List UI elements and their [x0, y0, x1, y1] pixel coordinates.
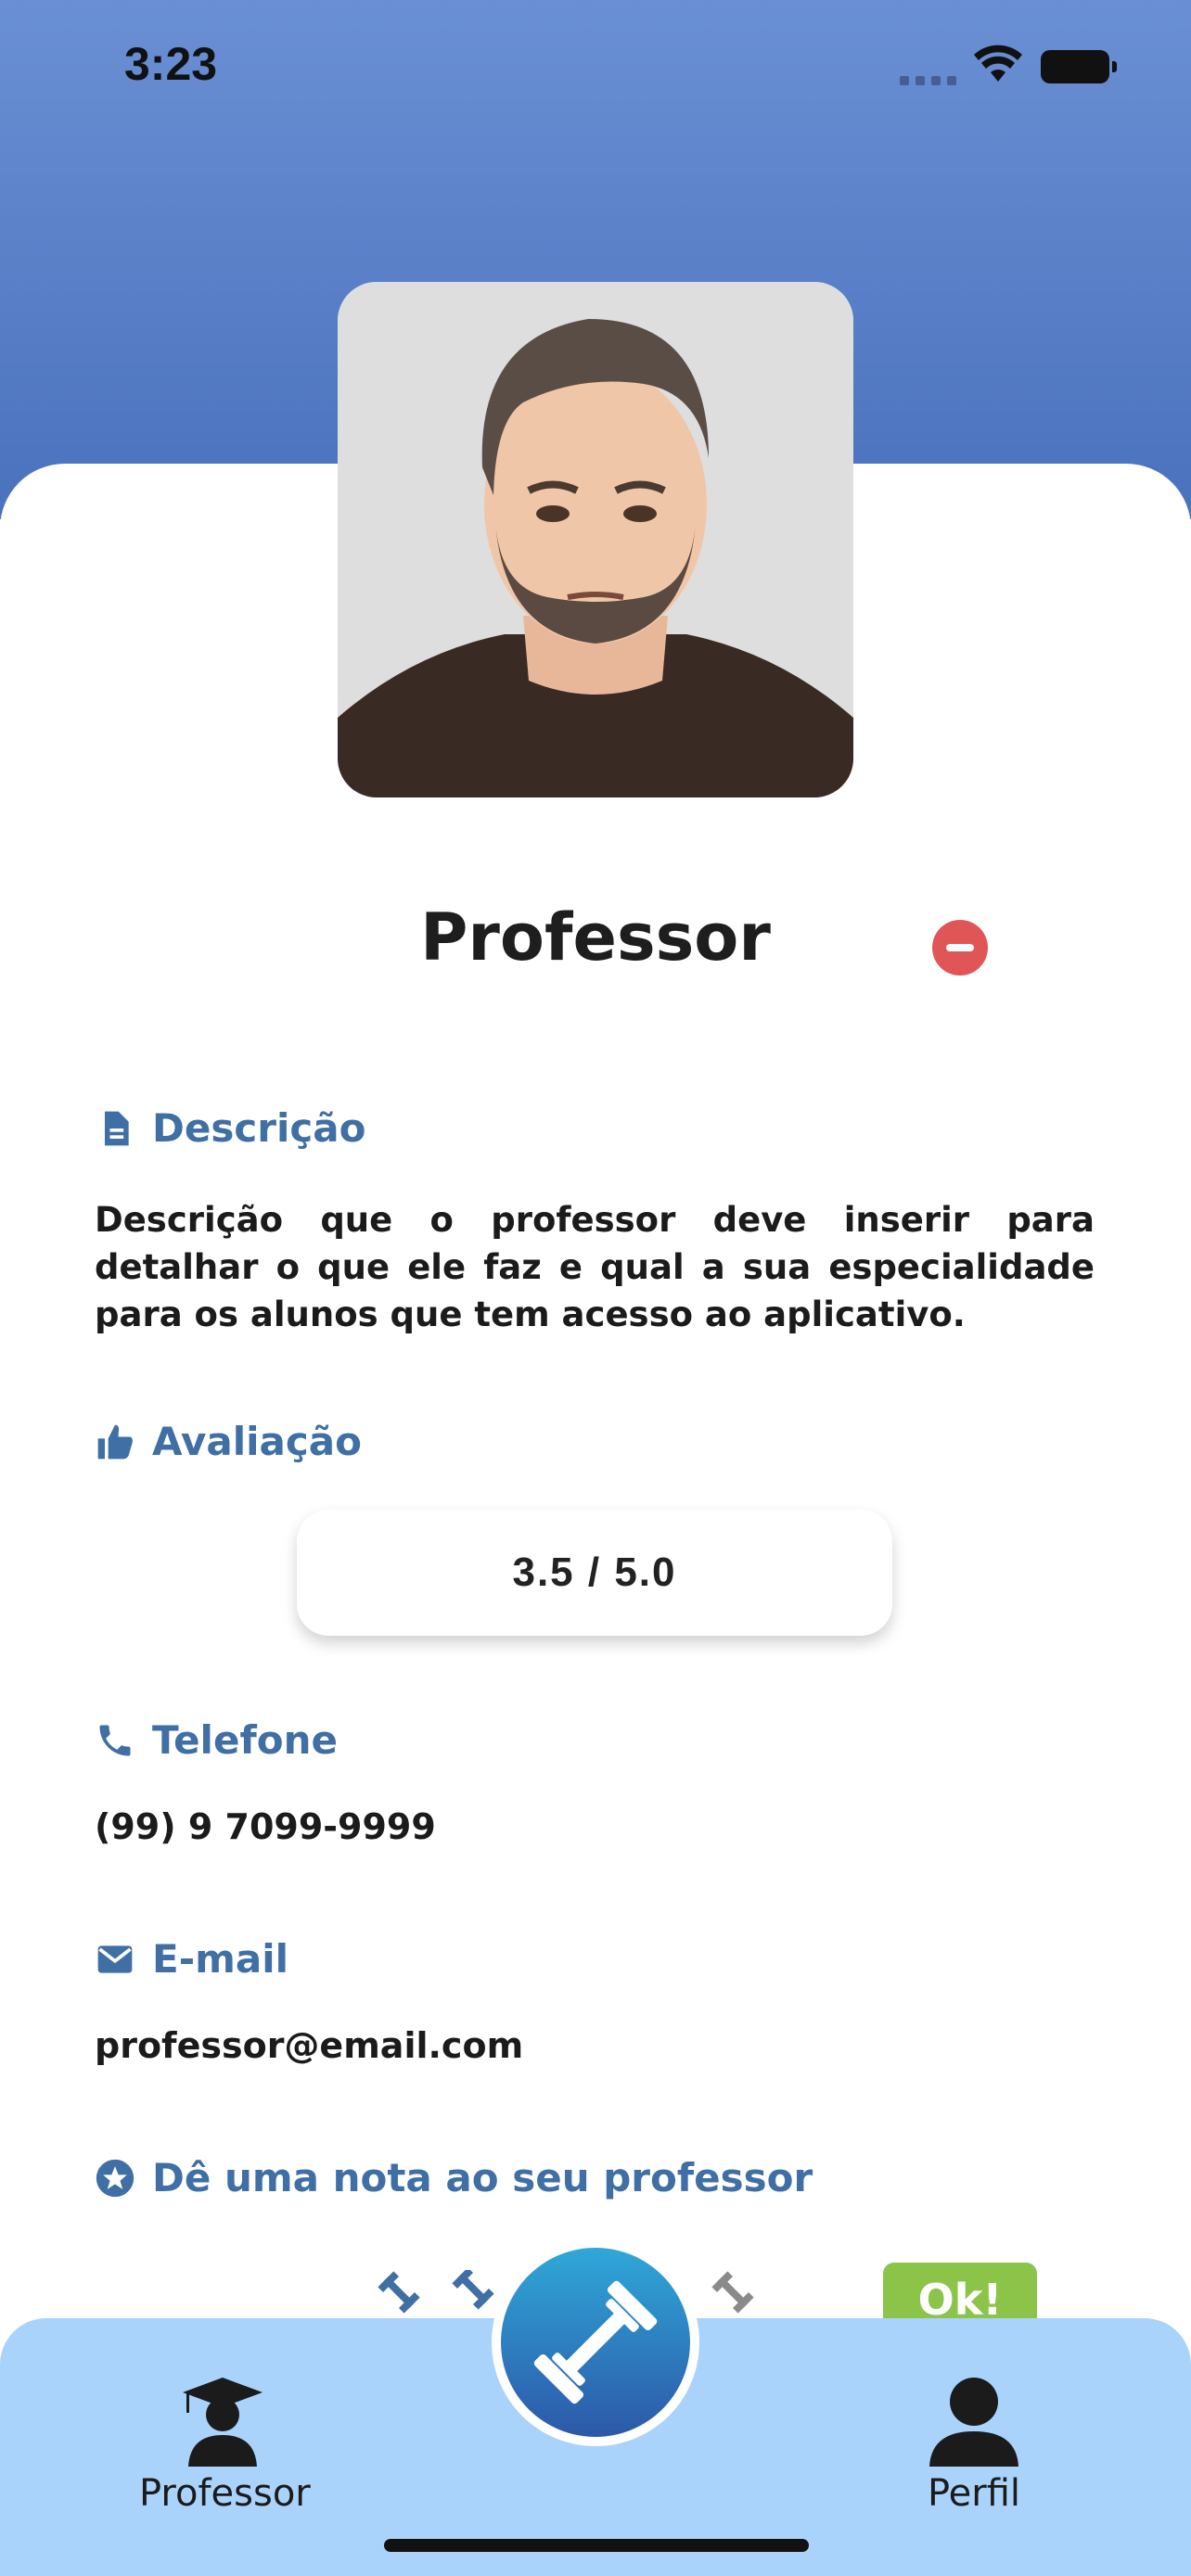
rating-title: Avaliação: [152, 1419, 362, 1464]
user-icon: [929, 2378, 1018, 2467]
signal-icon: [900, 76, 957, 85]
dumbbell-rate-5-icon: [711, 2271, 754, 2314]
description-heading: Descrição: [95, 1105, 365, 1151]
star-circle-icon: [96, 2159, 134, 2197]
phone-title: Telefone: [152, 1717, 338, 1763]
professor-avatar: [338, 282, 853, 797]
wifi-icon: [974, 45, 1022, 82]
status-time: 3:23: [124, 38, 218, 90]
thumbs-up-icon: [97, 1424, 133, 1459]
tab-perfil[interactable]: Perfil: [890, 2374, 1057, 2515]
tab-professor-label: Professor: [139, 2472, 311, 2515]
dumbbell-rate-2-icon: [452, 2270, 494, 2310]
email-value[interactable]: professor@email.com: [95, 2025, 1095, 2066]
email-title: E-mail: [152, 1936, 289, 1982]
mail-icon: [97, 1945, 133, 1973]
document-icon: [105, 1111, 129, 1145]
graduate-icon: [183, 2378, 263, 2467]
phone-heading: Telefone: [95, 1717, 338, 1763]
dumbbell-rate-1-icon: [378, 2271, 420, 2314]
rate-title: Dê uma nota ao seu professor: [152, 2155, 813, 2200]
tab-perfil-label: Perfil: [927, 2472, 1021, 2515]
remove-button[interactable]: [932, 920, 988, 976]
description-text: Descrição que o professor deve inserir p…: [95, 1200, 1095, 1334]
email-heading: E-mail: [95, 1936, 288, 1982]
phone-value[interactable]: (99) 9 7099-9999: [95, 1806, 1095, 1847]
dumbbell-icon: [533, 2280, 658, 2404]
home-indicator: [384, 2539, 809, 2552]
center-workout-button[interactable]: [492, 2238, 699, 2446]
rate-heading: Dê uma nota ao seu professor: [95, 2155, 813, 2200]
description-title: Descrição: [152, 1105, 366, 1151]
status-bar: 3:23: [0, 0, 1191, 139]
battery-icon: [1041, 50, 1117, 83]
tab-professor[interactable]: Professor: [139, 2374, 311, 2515]
rating-heading: Avaliação: [95, 1419, 362, 1464]
phone-icon: [99, 1725, 131, 1755]
page-title: Professor: [420, 899, 771, 976]
rating-value-box: 3.5 / 5.0: [297, 1510, 892, 1636]
